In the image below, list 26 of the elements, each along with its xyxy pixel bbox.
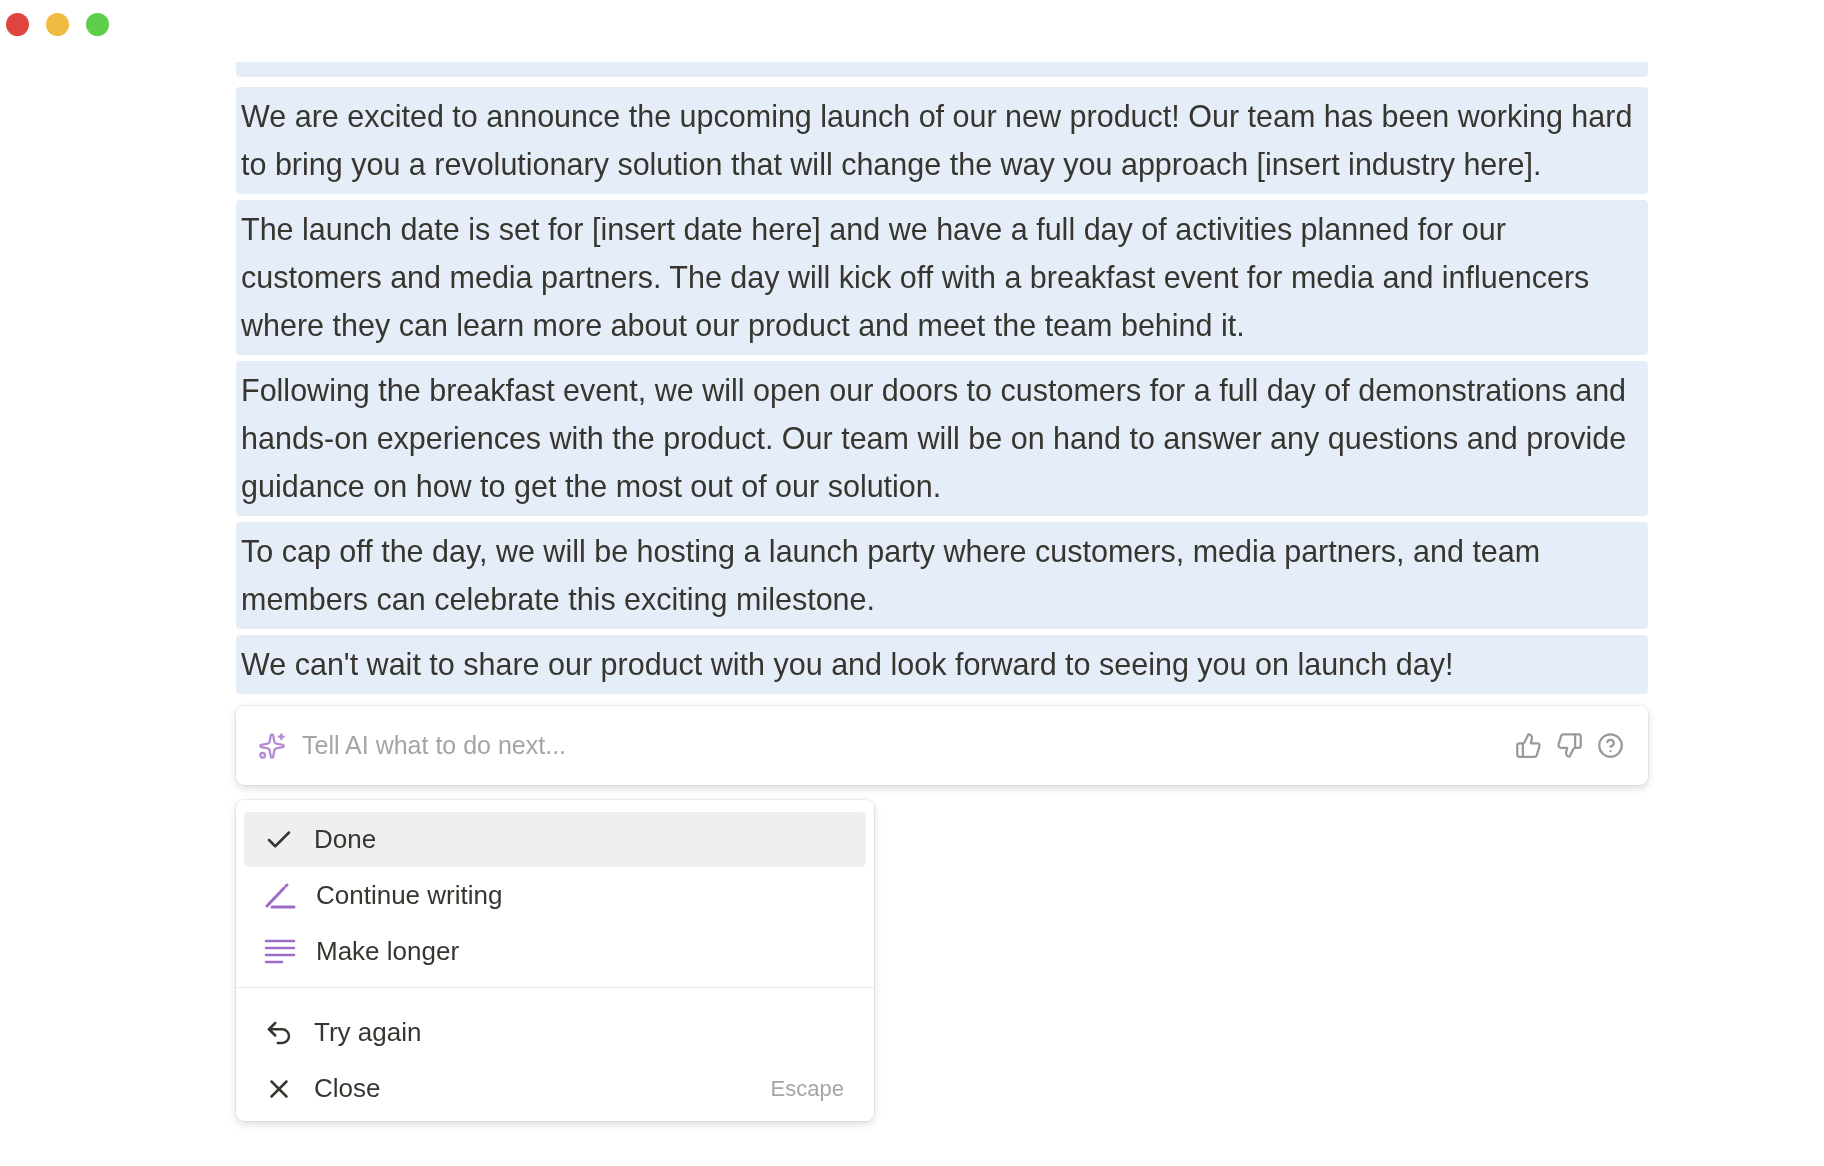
highlighted-paragraph: We are excited to announce the upcoming launch of our new product! Our team has been working hard to bring you a revolutionary solution that will change the way you approach [insert industry here].: [236, 87, 1648, 194]
pen-icon: [264, 881, 296, 910]
highlighted-paragraph: We can't wait to share our product with you and look forward to seeing you on launch day!: [236, 635, 1648, 694]
ai-prompt-field[interactable]: Tell AI what to do next...: [300, 730, 1501, 761]
sparkle-icon: [258, 731, 286, 760]
menu-item[interactable]: Make longer: [244, 924, 866, 979]
menu-item-label: Close: [314, 1073, 382, 1104]
help-icon[interactable]: [1597, 732, 1624, 759]
highlighted-paragraph: The launch date is set for [insert date here] and we have a full day of activities planned for our customers and media partners. The day will kick off with a breakfast event for media and influencers where they can learn more about our product and meet the team behind it.: [236, 200, 1648, 355]
menu-item-label: Make longer: [316, 936, 461, 967]
thumbs-up-icon[interactable]: [1515, 732, 1542, 759]
menu-item[interactable]: Done: [244, 812, 866, 867]
shortcut-hint: Escape: [770, 1075, 844, 1102]
zoom-window-icon[interactable]: [86, 13, 109, 36]
menu-item-label: Done: [314, 824, 378, 855]
lines-icon: [264, 937, 296, 966]
minimize-window-icon[interactable]: [46, 13, 69, 36]
menu-item-label: Continue writing: [316, 880, 504, 911]
highlighted-paragraph: Following the breakfast event, we will open our doors to customers for a full day of demonstrations and hands-on experiences with the product. Our team will be on hand to answer any questions and provide guidance on how to get the most out of our solution.: [236, 361, 1648, 516]
menu-item[interactable]: Continue writing: [244, 868, 866, 923]
menu-item[interactable]: Try again: [244, 1005, 866, 1060]
close-window-icon[interactable]: [6, 13, 29, 36]
menu-item-label: Try again: [314, 1017, 423, 1048]
thumbs-down-icon[interactable]: [1556, 732, 1583, 759]
menu-item[interactable]: Close Escape: [244, 1061, 866, 1116]
highlighted-paragraph: To cap off the day, we will be hosting a launch party where customers, media partners, and team members can celebrate this exciting milestone.: [236, 522, 1648, 629]
